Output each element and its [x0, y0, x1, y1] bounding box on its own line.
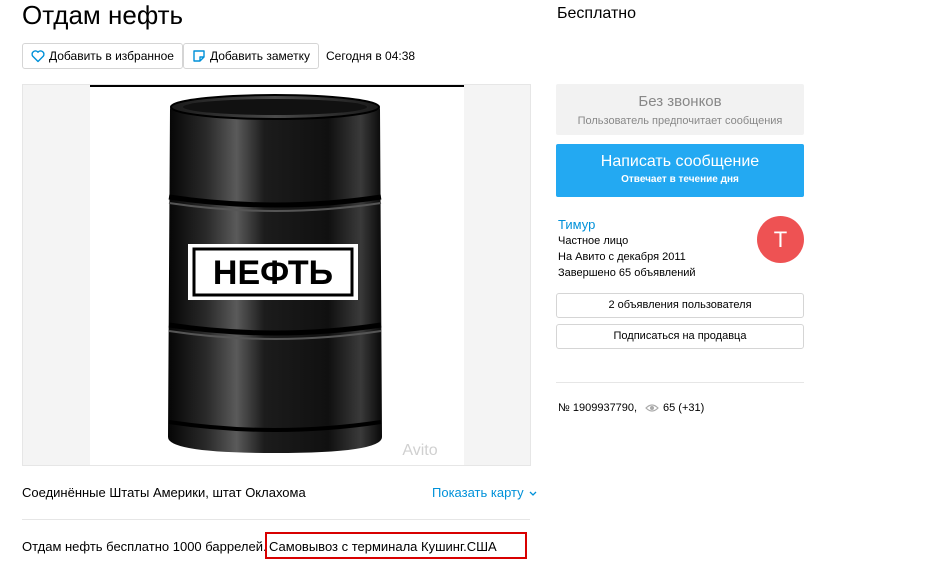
add-note-button[interactable]: Добавить заметку — [183, 43, 319, 69]
seller-name-link[interactable]: Тимур — [558, 217, 595, 232]
barrel-label: НЕФТЬ — [213, 254, 333, 292]
show-map-label: Показать карту — [432, 485, 524, 500]
avatar[interactable]: Т — [757, 216, 804, 263]
response-time-label: Отвечает в течение дня — [621, 174, 739, 185]
chevron-down-icon — [529, 491, 537, 496]
oil-barrel-image: НЕФТЬ Avito — [168, 94, 438, 459]
seller-listings-button[interactable]: 2 объявления пользователя — [556, 293, 804, 318]
heart-icon — [31, 50, 45, 63]
write-message-button[interactable]: Написать сообщение Отвечает в течение дн… — [556, 144, 804, 197]
write-message-label: Написать сообщение — [600, 153, 760, 170]
ad-number: № 1909937790, — [558, 402, 638, 414]
show-map-link[interactable]: Показать карту — [432, 485, 537, 500]
divider — [22, 519, 530, 520]
divider — [556, 382, 804, 383]
listing-date: Сегодня в 04:38 — [326, 49, 416, 63]
views-label: 65 (+31) — [663, 402, 705, 414]
listing-photo[interactable]: НЕФТЬ Avito — [22, 84, 531, 466]
add-to-favorites-label: Добавить в избранное — [49, 49, 174, 63]
views-count: 65 (+31) — [645, 402, 704, 415]
no-calls-title: Без звонков — [638, 93, 722, 110]
add-to-favorites-button[interactable]: Добавить в избранное — [22, 43, 183, 69]
photo-frame: НЕФТЬ Avito — [90, 85, 464, 465]
listing-price: Бесплатно — [557, 5, 637, 22]
description-text: Отдам нефть бесплатно 1000 баррелей. — [22, 539, 267, 554]
seller-type: Частное лицо — [558, 235, 629, 247]
avito-watermark: Avito — [402, 442, 437, 459]
seller-since: На Авито с декабря 2011 — [558, 251, 686, 263]
listing-title: Отдам нефть — [22, 0, 184, 30]
add-note-label: Добавить заметку — [210, 49, 310, 63]
no-calls-subtitle: Пользователь предпочитает сообщения — [577, 115, 783, 127]
eye-icon — [645, 404, 659, 412]
seller-completed: Завершено 65 объявлений — [558, 267, 696, 279]
listing-location: Соединённые Штаты Америки, штат Оклахома — [22, 485, 306, 500]
subscribe-seller-button[interactable]: Подписаться на продавца — [556, 324, 804, 349]
no-calls-notice: Без звонков Пользователь предпочитает со… — [556, 84, 804, 135]
description-highlighted-text: Самовывоз с терминала Кушинг.США — [265, 532, 527, 559]
note-icon — [193, 50, 205, 62]
